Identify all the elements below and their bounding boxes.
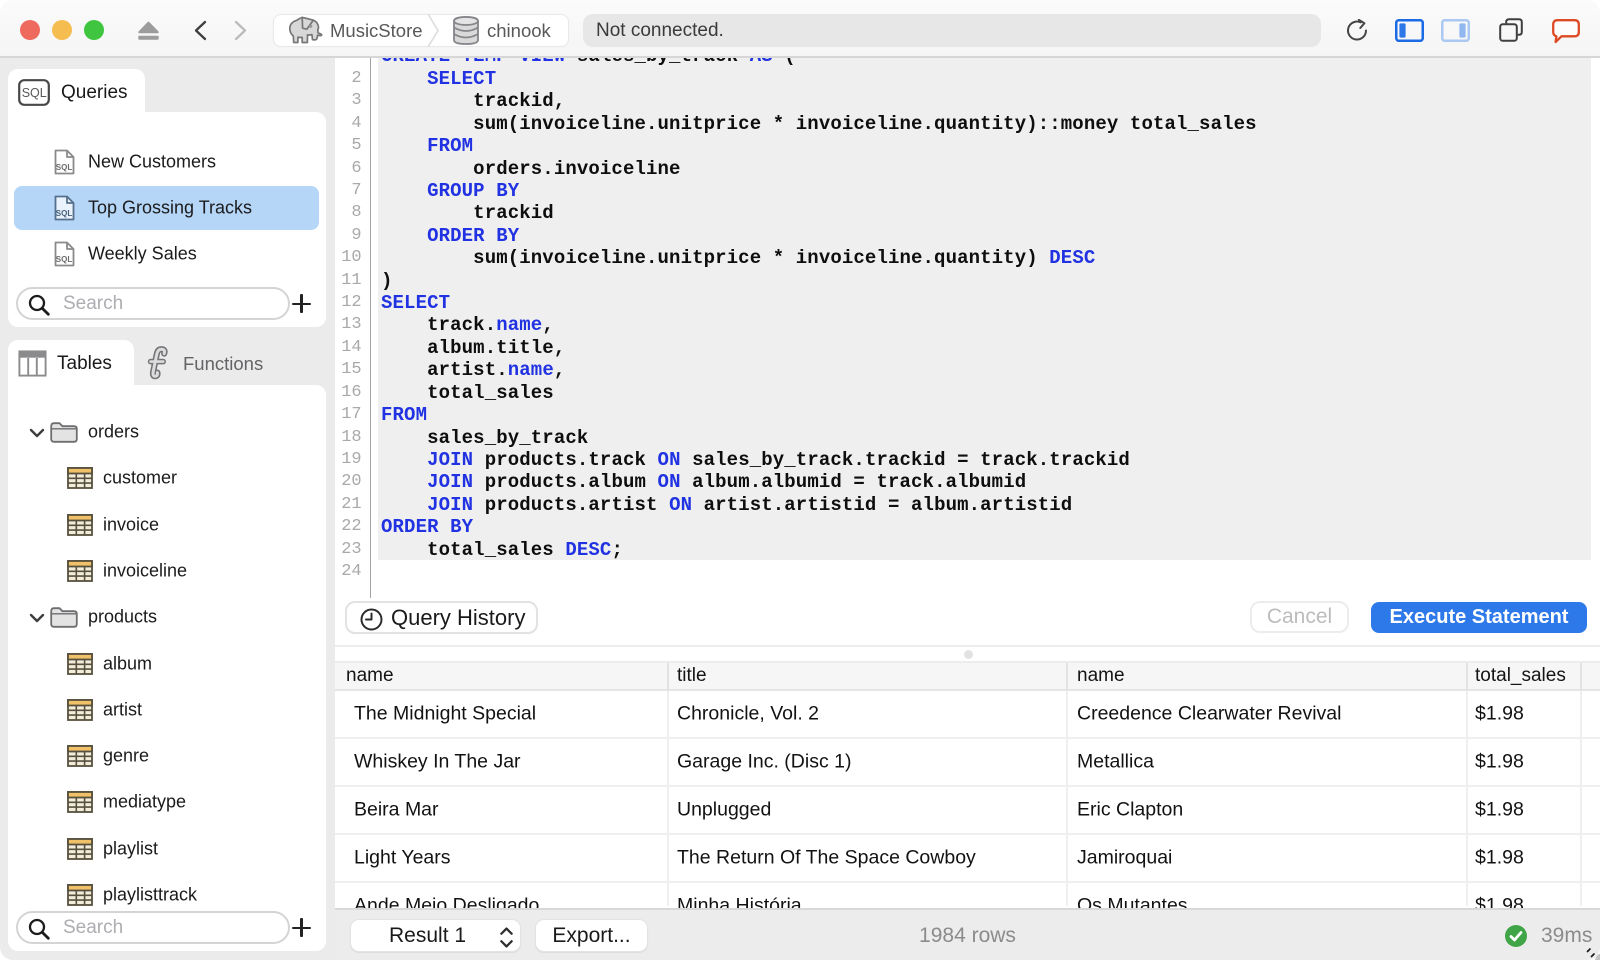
svg-text:SQL: SQL bbox=[22, 86, 47, 100]
svg-text:SQL: SQL bbox=[56, 163, 73, 172]
svg-text:SQL: SQL bbox=[56, 255, 73, 264]
svg-text:SQL: SQL bbox=[56, 209, 73, 218]
